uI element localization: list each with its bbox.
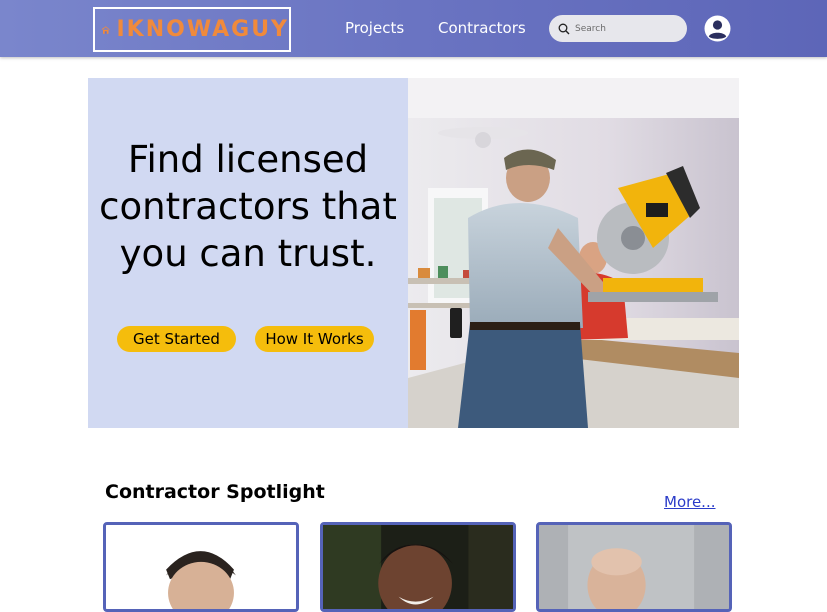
- contractor-portrait-3: [539, 525, 729, 609]
- hero-title-line: you can trust.: [119, 232, 377, 275]
- nav-projects[interactable]: Projects: [345, 19, 404, 37]
- contractor-portrait-1: [106, 525, 296, 609]
- contractors-cutting-wood-image: [408, 78, 739, 428]
- nav-contractors[interactable]: Contractors: [438, 19, 526, 37]
- contractor-card[interactable]: [103, 522, 299, 612]
- top-navbar: IKNOWAGUY Projects Contractors: [0, 0, 827, 57]
- hero-panel: Find licensed contractors that you can t…: [88, 78, 408, 428]
- get-started-button[interactable]: Get Started: [117, 326, 236, 352]
- contractor-card[interactable]: [536, 522, 732, 612]
- search-bar[interactable]: [549, 15, 687, 42]
- search-icon: [558, 23, 570, 34]
- search-input[interactable]: [575, 23, 675, 34]
- contractor-card[interactable]: [320, 522, 516, 612]
- hero-title: Find licensed contractors that you can t…: [88, 136, 408, 277]
- contractor-spotlight-heading: Contractor Spotlight: [105, 481, 325, 503]
- logo-text: IKNOWAGUY: [116, 17, 289, 42]
- user-account-icon[interactable]: [704, 15, 731, 42]
- more-link[interactable]: More...: [664, 493, 716, 511]
- hero-photo: [408, 78, 739, 428]
- hero-banner: Find licensed contractors that you can t…: [88, 78, 739, 428]
- site-logo[interactable]: IKNOWAGUY: [93, 7, 291, 52]
- house-logo-icon: [101, 25, 110, 34]
- contractor-portrait-2: [323, 525, 513, 609]
- hero-title-line: Find licensed: [127, 138, 369, 181]
- how-it-works-button[interactable]: How It Works: [255, 326, 374, 352]
- hero-title-line: contractors that: [99, 185, 397, 228]
